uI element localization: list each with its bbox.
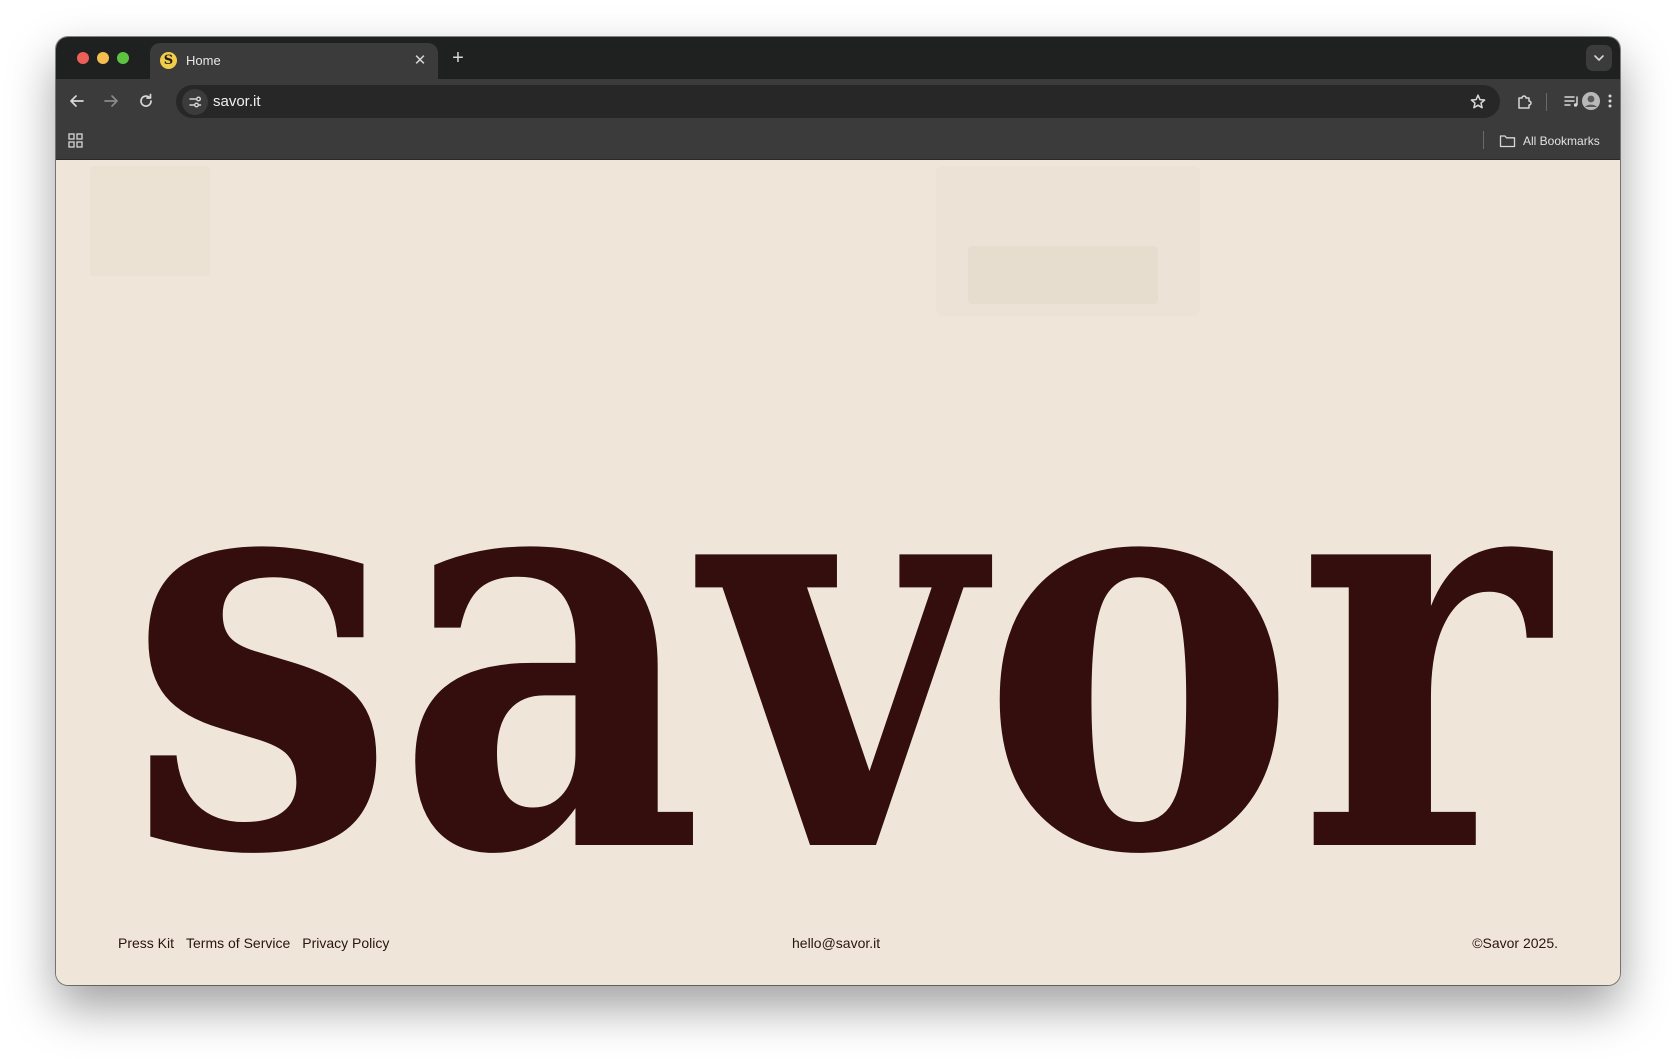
tab-close-icon[interactable]: ✕ <box>410 51 430 71</box>
window-close-button[interactable] <box>77 52 89 64</box>
apps-button[interactable] <box>67 132 85 150</box>
kebab-menu-icon <box>1608 94 1612 108</box>
arrow-right-icon <box>104 95 118 107</box>
bookmarks-divider <box>1483 131 1484 149</box>
window-maximize-button[interactable] <box>117 52 129 64</box>
savor-wordmark-text: savor <box>128 320 1558 978</box>
footer-links: Press Kit Terms of Service Privacy Polic… <box>118 935 389 951</box>
bookmark-star-button[interactable] <box>1466 90 1490 114</box>
profile-avatar-icon <box>1582 92 1600 110</box>
reload-icon <box>140 93 152 107</box>
footer-email-link[interactable]: hello@savor.it <box>792 935 880 951</box>
site-info-button[interactable] <box>182 89 208 115</box>
back-button[interactable] <box>64 88 90 114</box>
bookmarks-bar: All Bookmarks <box>56 123 1620 160</box>
all-bookmarks-button[interactable]: All Bookmarks <box>1499 129 1600 153</box>
tab-search-button[interactable] <box>1586 45 1612 71</box>
browser-window: S Home ✕ + savor.it All Bookmarks savor … <box>56 37 1620 985</box>
tab-favicon-icon: S <box>160 52 177 69</box>
forward-button[interactable] <box>98 88 124 114</box>
all-bookmarks-label: All Bookmarks <box>1523 134 1600 148</box>
avatar[interactable] <box>1580 88 1604 114</box>
url-text[interactable]: savor.it <box>213 93 261 110</box>
tab-strip: S Home ✕ + <box>56 37 1620 79</box>
browser-menu-button[interactable] <box>1602 88 1618 114</box>
footer-link-privacy[interactable]: Privacy Policy <box>302 935 389 951</box>
puzzle-icon <box>1518 95 1532 109</box>
reload-button[interactable] <box>133 88 159 114</box>
savor-wordmark: savor <box>128 320 1558 978</box>
chevron-down-icon <box>1594 55 1604 61</box>
tab-home[interactable]: S Home ✕ <box>150 43 438 79</box>
footer-link-terms[interactable]: Terms of Service <box>186 935 290 951</box>
tab-title: Home <box>186 53 221 68</box>
footer-link-press-kit[interactable]: Press Kit <box>118 935 174 951</box>
address-bar[interactable]: savor.it <box>176 85 1500 118</box>
toolbar-divider <box>1546 93 1547 111</box>
browser-toolbar: savor.it <box>56 79 1620 123</box>
screen: S Home ✕ + savor.it All Bookmarks savor … <box>0 0 1676 1059</box>
new-tab-button[interactable]: + <box>446 46 470 70</box>
extensions-button[interactable] <box>1511 88 1537 114</box>
footer-copyright: ©Savor 2025. <box>1472 935 1558 951</box>
page-viewport: savor Press Kit Terms of Service Privacy… <box>56 160 1620 985</box>
tune-icon <box>189 96 202 108</box>
folder-icon <box>1499 135 1516 148</box>
window-minimize-button[interactable] <box>97 52 109 64</box>
star-icon <box>1470 94 1486 109</box>
apps-grid-icon <box>68 133 83 148</box>
arrow-left-icon <box>70 95 84 107</box>
